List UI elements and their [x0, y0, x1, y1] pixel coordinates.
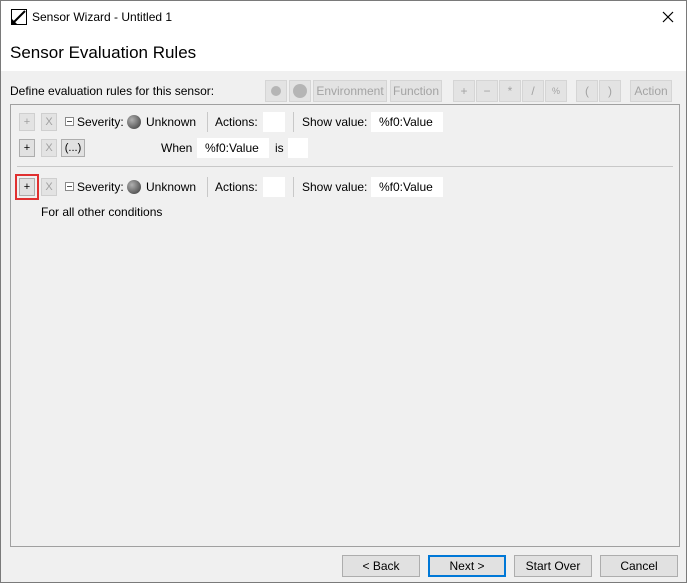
rule2-add-button[interactable]: + — [15, 174, 39, 200]
other-conditions-text: For all other conditions — [41, 205, 163, 219]
rule2-separator-2 — [293, 177, 294, 197]
rule1-collapse-icon[interactable] — [65, 117, 74, 126]
rule1-show-value-field[interactable]: %f0:Value — [371, 112, 443, 132]
toolbar-small-dot-button[interactable] — [265, 80, 287, 102]
rule1-separator-2 — [293, 112, 294, 132]
cancel-button[interactable]: Cancel — [600, 555, 678, 577]
rule1-actions-field[interactable] — [263, 112, 285, 132]
toolbar-function-button[interactable]: Function — [390, 80, 442, 102]
close-icon[interactable] — [656, 5, 680, 29]
rule2-separator — [207, 177, 208, 197]
rule2-severity-value[interactable]: Unknown — [146, 180, 196, 194]
small-dot-icon — [271, 86, 281, 96]
rule1-severity-label: Severity: — [77, 115, 124, 129]
condition-add-button[interactable]: + — [19, 139, 35, 157]
condition-group-button[interactable]: (...) — [61, 139, 85, 157]
toolbar-divide-button[interactable]: / — [522, 80, 544, 102]
toolbar-large-dot-button[interactable] — [289, 80, 311, 102]
back-button[interactable]: < Back — [342, 555, 420, 577]
condition-when-field[interactable]: %f0:Value — [197, 138, 269, 158]
rule1-actions-label: Actions: — [215, 115, 258, 129]
rule2-remove-button[interactable]: X — [41, 178, 57, 196]
next-button[interactable]: Next > — [428, 555, 506, 577]
toolbar-minus-button[interactable]: − — [476, 80, 498, 102]
wizard-app-icon — [11, 9, 27, 25]
rule1-add-button[interactable]: + — [19, 113, 35, 131]
rule1-severity-value[interactable]: Unknown — [146, 115, 196, 129]
toolbar-rparen-button[interactable]: ) — [599, 80, 621, 102]
rule2-actions-field[interactable] — [263, 177, 285, 197]
rule-divider — [17, 166, 673, 167]
rule2-collapse-icon[interactable] — [65, 182, 74, 191]
rule1-remove-button[interactable]: X — [41, 113, 57, 131]
toolbar-percent-button[interactable]: % — [545, 80, 567, 102]
define-rules-label: Define evaluation rules for this sensor: — [10, 84, 215, 98]
rule1-separator — [207, 112, 208, 132]
rule1-show-value-label: Show value: — [302, 115, 368, 129]
rule2-severity-label: Severity: — [77, 180, 124, 194]
toolbar-lparen-button[interactable]: ( — [576, 80, 598, 102]
toolbar-environment-button[interactable]: Environment — [313, 80, 387, 102]
condition-is-field[interactable] — [288, 138, 308, 158]
toolbar-action-button[interactable]: Action — [630, 80, 672, 102]
toolbar-plus-button[interactable]: + — [453, 80, 475, 102]
rule2-actions-label: Actions: — [215, 180, 258, 194]
title-bar: Sensor Wizard - Untitled 1 — [1, 1, 686, 33]
rule2-show-value-field[interactable]: %f0:Value — [371, 177, 443, 197]
rule2-severity-unknown-icon[interactable] — [127, 180, 141, 194]
rule2-show-value-label: Show value: — [302, 180, 368, 194]
start-over-button[interactable]: Start Over — [514, 555, 592, 577]
toolbar-multiply-button[interactable]: * — [499, 80, 521, 102]
condition-remove-button[interactable]: X — [41, 139, 57, 157]
page-title: Sensor Evaluation Rules — [10, 43, 197, 62]
large-dot-icon — [293, 84, 307, 98]
condition-is-label: is — [275, 141, 284, 155]
rule1-severity-unknown-icon[interactable] — [127, 115, 141, 129]
wizard-header: Sensor Evaluation Rules — [1, 33, 686, 71]
condition-when-label: When — [161, 141, 193, 155]
rules-panel[interactable]: + X Severity: Unknown Actions: Show valu… — [10, 104, 680, 547]
sensor-wizard-window: Sensor Wizard - Untitled 1 Sensor Evalua… — [0, 0, 687, 583]
window-title: Sensor Wizard - Untitled 1 — [32, 10, 173, 24]
